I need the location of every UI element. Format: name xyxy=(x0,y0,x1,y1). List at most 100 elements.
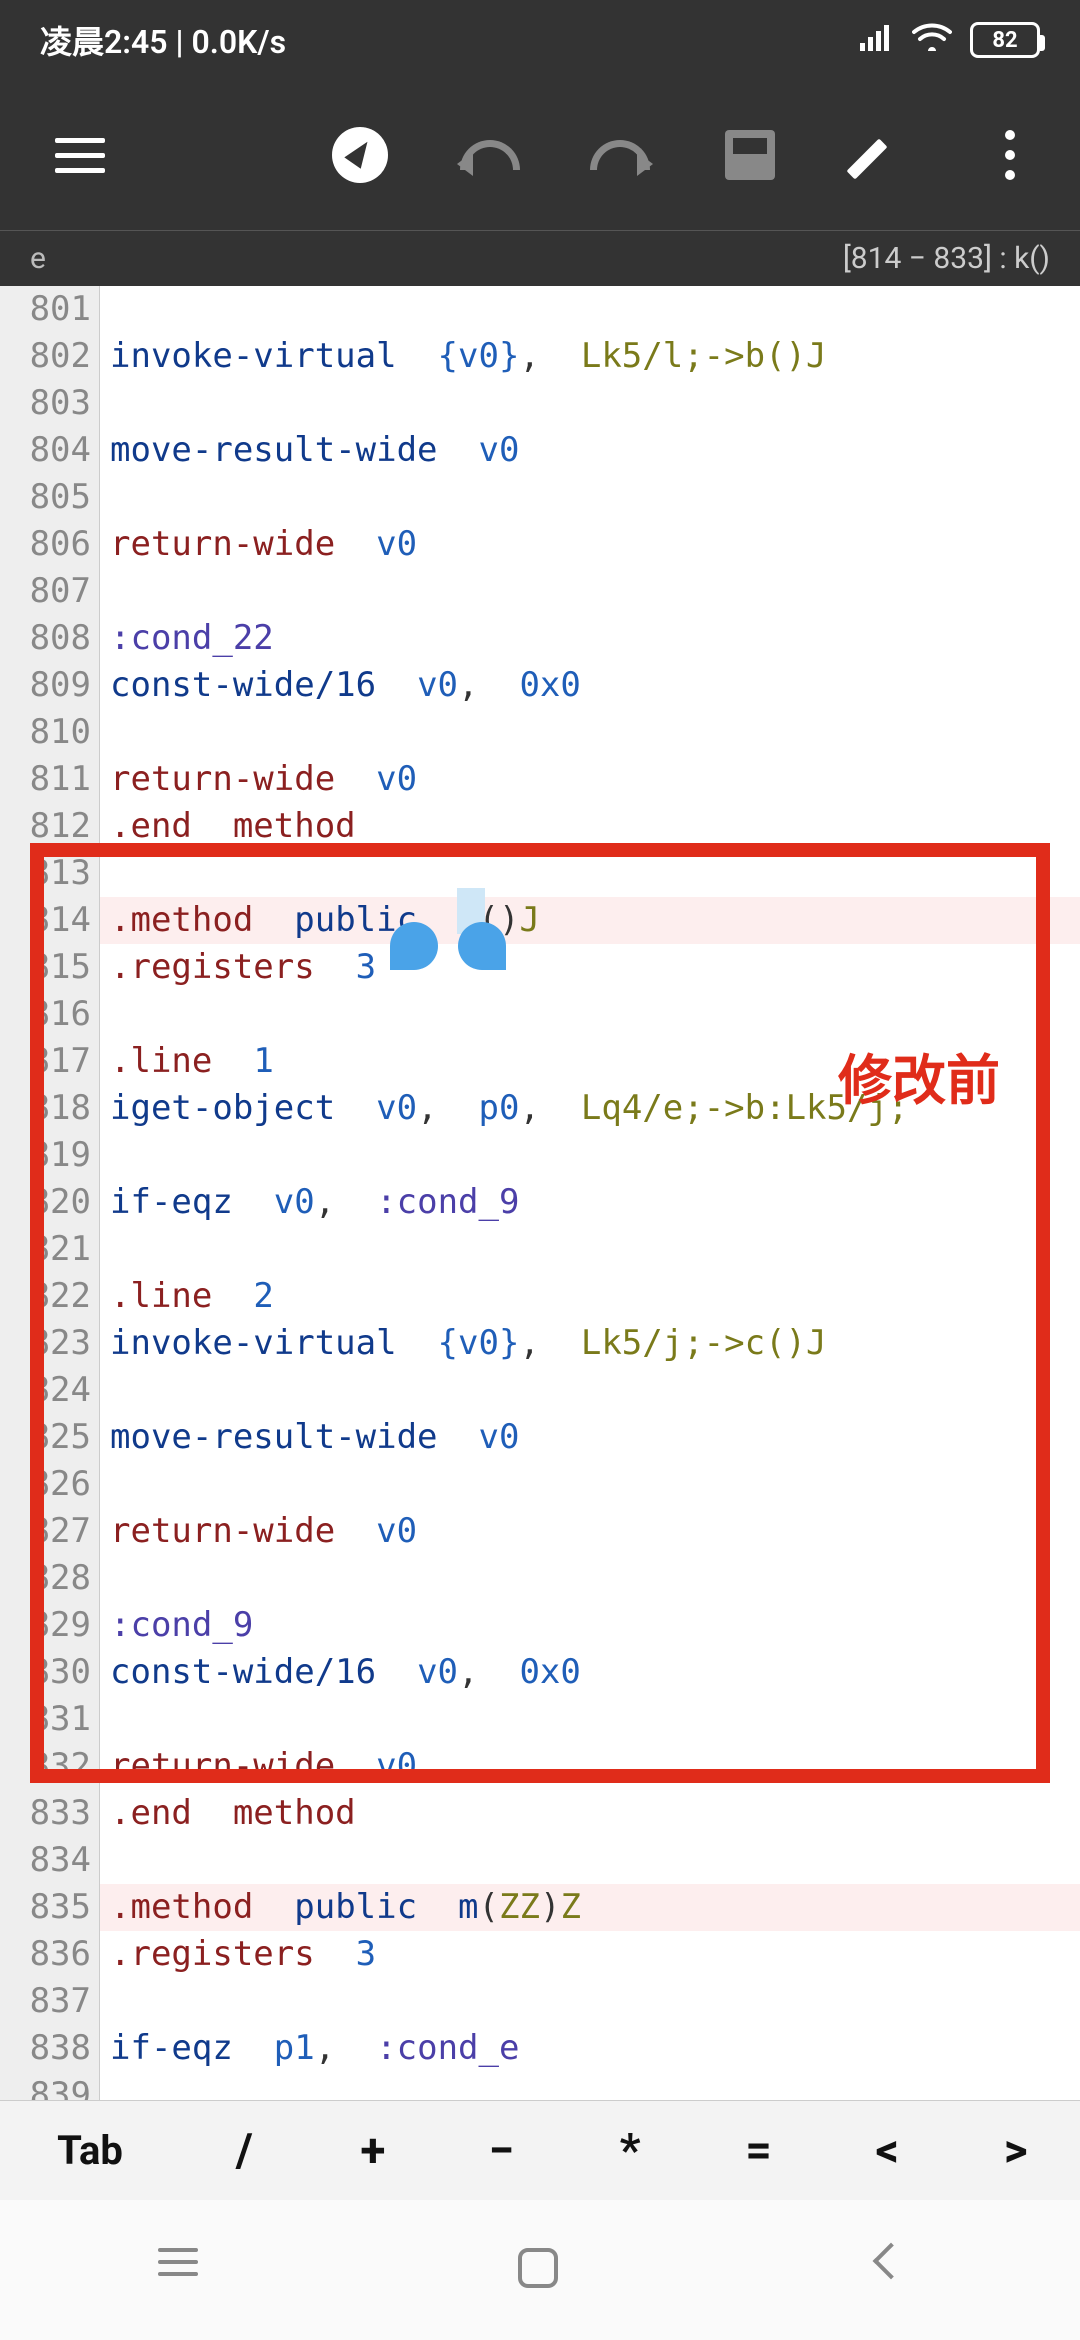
code-line[interactable]: move-result-wide v0 xyxy=(100,427,1080,474)
code-line[interactable] xyxy=(100,286,1080,333)
code-line[interactable]: .method public m(ZZ)Z xyxy=(100,1884,1080,1931)
line-number: 827 xyxy=(0,1508,91,1555)
code-area[interactable]: invoke-virtual {v0}, Lk5/l;->b()J move-r… xyxy=(100,286,1080,2100)
line-number: 805 xyxy=(0,474,91,521)
annotation-label: 修改前 xyxy=(838,1036,1000,1115)
line-number: 829 xyxy=(0,1602,91,1649)
code-line[interactable] xyxy=(100,2072,1080,2100)
line-number: 836 xyxy=(0,1931,91,1978)
line-number: 824 xyxy=(0,1367,91,1414)
line-number: 833 xyxy=(0,1790,91,1837)
code-line[interactable]: .end method xyxy=(100,803,1080,850)
line-number: 838 xyxy=(0,2025,91,2072)
nav-recent-button[interactable] xyxy=(158,2248,202,2292)
symkey-equals[interactable]: = xyxy=(694,2124,823,2178)
code-line[interactable]: if-eqz v0, :cond_9 xyxy=(100,1179,1080,1226)
battery-level: 82 xyxy=(992,28,1017,53)
line-number: 807 xyxy=(0,568,91,615)
undo-button[interactable] xyxy=(450,115,530,195)
nav-back-button[interactable] xyxy=(878,2248,922,2292)
redo-button[interactable] xyxy=(580,115,660,195)
line-number: 828 xyxy=(0,1555,91,1602)
line-number: 813 xyxy=(0,850,91,897)
redo-icon xyxy=(590,140,650,170)
code-line[interactable]: return-wide v0 xyxy=(100,756,1080,803)
code-line[interactable]: return-wide v0 xyxy=(100,1743,1080,1790)
code-line[interactable] xyxy=(100,709,1080,756)
line-number: 817 xyxy=(0,1038,91,1085)
code-line[interactable]: .registers 3 xyxy=(100,944,1080,991)
edit-button[interactable] xyxy=(840,115,920,195)
code-line[interactable]: invoke-virtual {v0}, Lk5/j;->c()J xyxy=(100,1320,1080,1367)
selection-handles[interactable] xyxy=(390,922,506,970)
status-time: 凌晨2:45 | 0.0K/s xyxy=(40,17,286,63)
code-editor[interactable]: 801 802 803 804 805 806 807 808 809 810 … xyxy=(0,286,1080,2100)
breadcrumb-location: [814 − 833] : k() xyxy=(843,241,1050,276)
code-line[interactable] xyxy=(100,1226,1080,1273)
code-line[interactable]: invoke-virtual {v0}, Lk5/l;->b()J xyxy=(100,333,1080,380)
line-number: 808 xyxy=(0,615,91,662)
line-number: 810 xyxy=(0,709,91,756)
code-line[interactable]: return-wide v0 xyxy=(100,521,1080,568)
code-line[interactable] xyxy=(100,1696,1080,1743)
line-number: 830 xyxy=(0,1649,91,1696)
menu-button[interactable] xyxy=(40,115,120,195)
code-line[interactable] xyxy=(100,1837,1080,1884)
wifi-icon xyxy=(912,21,952,59)
line-number: 834 xyxy=(0,1837,91,1884)
compass-button[interactable] xyxy=(320,115,400,195)
code-line[interactable] xyxy=(100,1367,1080,1414)
code-line[interactable]: .end method xyxy=(100,1790,1080,1837)
symkey-minus[interactable]: − xyxy=(437,2124,566,2178)
code-line[interactable] xyxy=(100,380,1080,427)
selection-handle-right[interactable] xyxy=(458,922,506,970)
selection-handle-left[interactable] xyxy=(390,922,438,970)
code-line[interactable] xyxy=(100,1132,1080,1179)
line-number: 804 xyxy=(0,427,91,474)
code-line[interactable]: :cond_9 xyxy=(100,1602,1080,1649)
line-number: 814 xyxy=(0,897,91,944)
symbol-bar: Tab / + − * = < > xyxy=(0,2100,1080,2200)
code-line[interactable] xyxy=(100,1461,1080,1508)
symkey-plus[interactable]: + xyxy=(309,2124,438,2178)
signal-icon xyxy=(860,21,894,59)
line-number: 837 xyxy=(0,1978,91,2025)
line-number: 839 xyxy=(0,2072,91,2100)
code-line[interactable] xyxy=(100,1555,1080,1602)
code-line[interactable]: return-wide v0 xyxy=(100,1508,1080,1555)
symkey-star[interactable]: * xyxy=(566,2124,695,2178)
symkey-slash[interactable]: / xyxy=(180,2124,309,2178)
symkey-gt[interactable]: > xyxy=(951,2124,1080,2178)
code-line[interactable]: .registers 3 xyxy=(100,1931,1080,1978)
symkey-tab[interactable]: Tab xyxy=(0,2127,180,2174)
symkey-lt[interactable]: < xyxy=(823,2124,952,2178)
line-number: 809 xyxy=(0,662,91,709)
pencil-icon xyxy=(855,130,905,180)
status-right: 82 xyxy=(860,21,1040,59)
code-line[interactable] xyxy=(100,1978,1080,2025)
save-button[interactable] xyxy=(710,115,790,195)
battery-icon: 82 xyxy=(970,22,1040,58)
line-number: 826 xyxy=(0,1461,91,1508)
code-line[interactable] xyxy=(100,991,1080,1038)
code-line[interactable] xyxy=(100,474,1080,521)
back-icon xyxy=(873,2243,910,2280)
line-gutter: 801 802 803 804 805 806 807 808 809 810 … xyxy=(0,286,100,2100)
code-line[interactable] xyxy=(100,850,1080,897)
more-button[interactable] xyxy=(970,115,1050,195)
code-line[interactable]: :cond_22 xyxy=(100,615,1080,662)
line-number: 803 xyxy=(0,380,91,427)
code-line[interactable] xyxy=(100,568,1080,615)
status-bar: 凌晨2:45 | 0.0K/s 82 xyxy=(0,0,1080,80)
code-line[interactable]: const-wide/16 v0, 0x0 xyxy=(100,662,1080,709)
code-line[interactable]: if-eqz p1, :cond_e xyxy=(100,2025,1080,2072)
code-line[interactable]: .method public k()J xyxy=(100,897,1080,944)
code-line[interactable]: .line 2 xyxy=(100,1273,1080,1320)
android-navbar xyxy=(0,2200,1080,2340)
nav-home-button[interactable] xyxy=(518,2248,562,2292)
code-line[interactable]: move-result-wide v0 xyxy=(100,1414,1080,1461)
line-number: 823 xyxy=(0,1320,91,1367)
line-number: 812 xyxy=(0,803,91,850)
line-number: 816 xyxy=(0,991,91,1038)
code-line[interactable]: const-wide/16 v0, 0x0 xyxy=(100,1649,1080,1696)
